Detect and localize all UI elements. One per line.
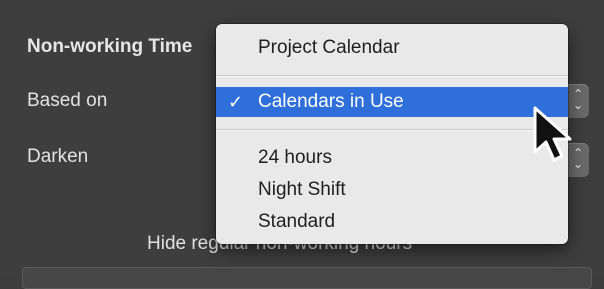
menu-item-label: Standard: [258, 211, 336, 232]
menu-item-project-calendar[interactable]: Project Calendar: [216, 33, 568, 63]
calendar-dropdown-menu: Project Calendar ✓ Calendars in Use 24 h…: [216, 24, 568, 244]
menu-item-label: 24 hours: [258, 147, 332, 168]
menu-item-24-hours[interactable]: 24 hours: [216, 143, 568, 173]
menu-item-calendars-in-use[interactable]: ✓ Calendars in Use: [216, 87, 568, 117]
menu-item-label: Night Shift: [258, 179, 346, 200]
checkmark-icon: ✓: [228, 92, 244, 112]
arrow-pointer-icon: [533, 106, 572, 162]
menu-item-label: Calendars in Use: [258, 91, 404, 112]
menu-separator: [216, 129, 568, 131]
menu-item-night-shift[interactable]: Night Shift: [216, 175, 568, 205]
based-on-label: Based on: [27, 90, 108, 111]
darken-label: Darken: [27, 146, 89, 167]
menu-item-standard[interactable]: Standard: [216, 207, 568, 237]
menu-item-label: Project Calendar: [258, 37, 400, 58]
menu-separator: [216, 75, 568, 77]
bottom-field: [22, 267, 592, 289]
section-title: Non-working Time: [27, 36, 193, 57]
